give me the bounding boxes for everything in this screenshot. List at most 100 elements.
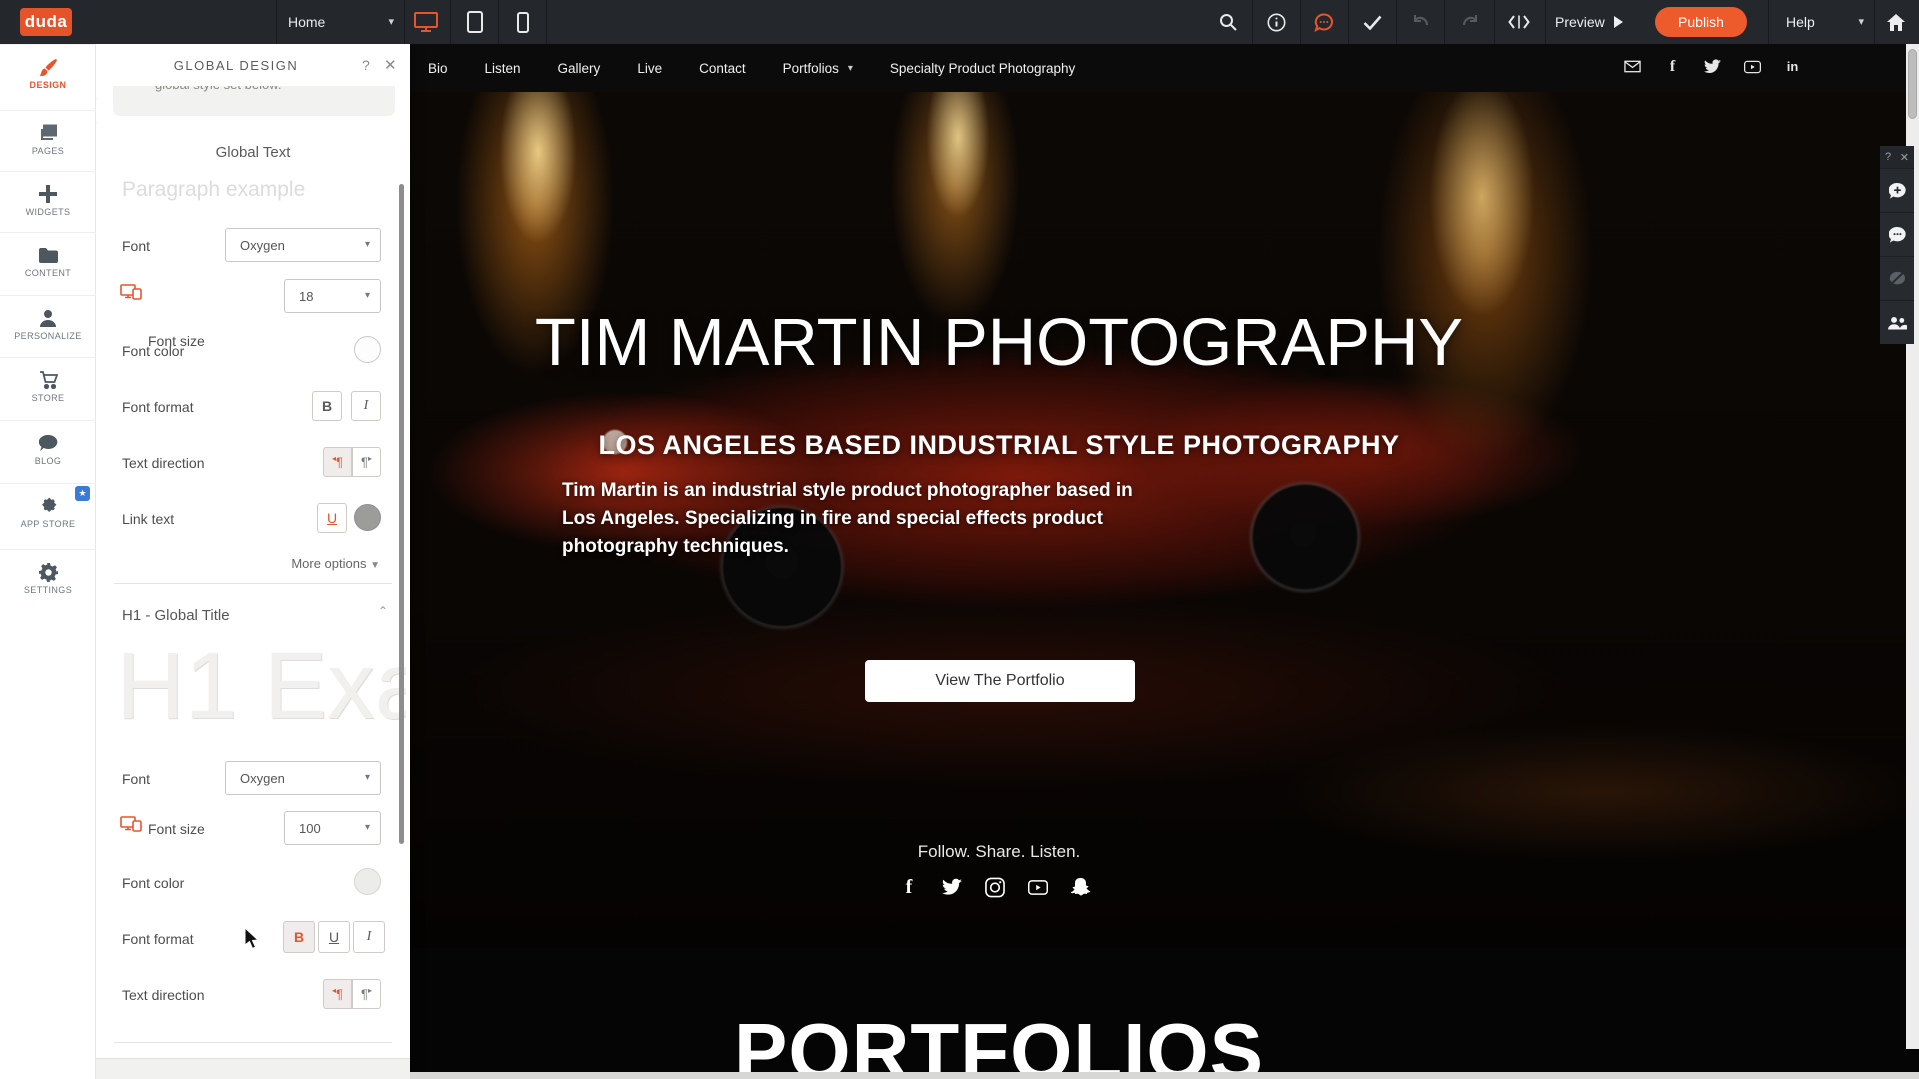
duda-editor: duda Home ▾: [0, 0, 1919, 1079]
sidebar-item-widgets[interactable]: WIDGETS: [0, 171, 96, 233]
site-scrollbar-thumb[interactable]: [1908, 49, 1917, 119]
duda-logo[interactable]: duda: [20, 8, 72, 36]
preview-button[interactable]: Preview: [1555, 0, 1623, 44]
page-selector-dropdown[interactable]: Home ▾: [278, 0, 404, 44]
more-options-link[interactable]: More options ▼: [96, 556, 380, 571]
font-color-label: Font color: [122, 875, 184, 891]
header-social-links: f in: [1624, 58, 1801, 75]
rtl-toggle[interactable]: ¶▸: [352, 447, 381, 477]
font-size-select-value: 100: [299, 821, 321, 836]
collapse-section-button[interactable]: ⌃: [378, 604, 388, 618]
h1-bold-toggle[interactable]: B: [283, 921, 315, 953]
font-size-select[interactable]: 18 ▾: [284, 279, 381, 313]
hero-social-links: f: [899, 877, 1091, 897]
site-nav-contact[interactable]: Contact: [699, 61, 746, 76]
snapchat-icon[interactable]: [1071, 877, 1091, 897]
h1-font-color-swatch[interactable]: [354, 868, 381, 895]
site-nav-listen[interactable]: Listen: [485, 61, 521, 76]
sidebar-item-settings[interactable]: SETTINGS: [0, 549, 96, 611]
toolbar-close-button[interactable]: ✕: [1900, 151, 1909, 164]
view-portfolio-button[interactable]: View The Portfolio: [865, 660, 1135, 702]
dashboard-home-button[interactable]: [1873, 0, 1919, 44]
info-button[interactable]: [1253, 0, 1299, 44]
sidebar-item-store[interactable]: STORE: [0, 357, 96, 419]
link-underline-toggle[interactable]: U: [317, 503, 347, 533]
mobile-view-button[interactable]: [500, 0, 546, 44]
h1-font-select[interactable]: Oxygen ▾: [225, 761, 381, 795]
app-store-badge: ★: [75, 486, 90, 501]
hide-resolved-comments-button[interactable]: [1880, 256, 1914, 300]
chevron-down-icon: ▾: [848, 63, 853, 74]
global-design-panel: GLOBAL DESIGN ? ✕ global style set below…: [96, 44, 410, 1079]
chevron-down-icon: ▼: [370, 560, 380, 571]
font-color-swatch[interactable]: [354, 336, 381, 363]
linkedin-icon[interactable]: in: [1784, 58, 1801, 75]
panel-help-button[interactable]: ?: [362, 57, 370, 73]
sidebar-item-pages[interactable]: PAGES: [0, 110, 96, 172]
link-color-swatch[interactable]: [354, 504, 381, 531]
twitter-icon[interactable]: [942, 877, 962, 897]
redo-button[interactable]: [1447, 0, 1493, 44]
sidebar-item-blog[interactable]: BLOG: [0, 420, 96, 482]
sidebar-item-label: CONTENT: [0, 268, 96, 278]
bold-toggle[interactable]: B: [312, 391, 342, 421]
font-select[interactable]: Oxygen ▾: [225, 228, 381, 262]
paragraph-example-preview: Paragraph example: [122, 178, 305, 202]
page-selector-label: Home: [288, 14, 325, 30]
youtube-icon[interactable]: [1028, 877, 1048, 897]
desktop-icon: [413, 11, 439, 33]
h1-rtl-toggle[interactable]: ¶▸: [352, 979, 381, 1009]
font-format-label: Font format: [122, 399, 194, 415]
sidebar-item-label: PERSONALIZE: [0, 331, 96, 341]
add-comment-button[interactable]: [1880, 168, 1914, 212]
panel-footer: [96, 1058, 410, 1079]
save-check-button[interactable]: [1349, 0, 1395, 44]
facebook-icon[interactable]: f: [899, 877, 919, 897]
font-size-select-value: 18: [299, 289, 313, 304]
italic-toggle[interactable]: I: [351, 391, 381, 421]
panel-close-button[interactable]: ✕: [384, 56, 397, 74]
site-nav-portfolios[interactable]: Portfolios: [783, 61, 839, 76]
follow-share-listen-text: Follow. Share. Listen.: [410, 842, 1588, 862]
site-nav-live[interactable]: Live: [637, 61, 662, 76]
speech-bubble-icon: [0, 433, 96, 453]
site-nav-specialty[interactable]: Specialty Product Photography: [890, 61, 1075, 76]
email-icon[interactable]: [1624, 58, 1641, 75]
panel-scrollbar[interactable]: [399, 184, 404, 844]
text-direction-label: Text direction: [122, 455, 204, 471]
h1-ltr-toggle[interactable]: ◂¶: [323, 979, 352, 1009]
portfolios-section: PORTFOLIOS: [410, 948, 1919, 1079]
sidebar-item-personalize[interactable]: PERSONALIZE: [0, 295, 96, 357]
sidebar-item-content[interactable]: CONTENT: [0, 232, 96, 294]
facebook-icon[interactable]: f: [1664, 58, 1681, 75]
sidebar-item-design[interactable]: DESIGN: [0, 44, 96, 106]
collaborators-button[interactable]: [1880, 300, 1914, 344]
tablet-view-button[interactable]: [452, 0, 498, 44]
chevron-down-icon: ▾: [365, 772, 370, 783]
developer-mode-button[interactable]: [1496, 0, 1542, 44]
instagram-icon[interactable]: [985, 877, 1005, 897]
show-comments-button[interactable]: [1880, 212, 1914, 256]
twitter-icon[interactable]: [1704, 58, 1721, 75]
toolbar-help-button[interactable]: ?: [1885, 151, 1891, 163]
h1-italic-toggle[interactable]: I: [353, 921, 385, 953]
site-nav-gallery[interactable]: Gallery: [558, 61, 601, 76]
search-button[interactable]: [1205, 0, 1251, 44]
h1-font-size-select[interactable]: 100 ▾: [284, 811, 381, 845]
font-label: Font: [122, 771, 150, 787]
undo-button[interactable]: [1397, 0, 1443, 44]
font-select-value: Oxygen: [240, 771, 285, 786]
sidebar-item-app-store[interactable]: ★ APP STORE: [0, 483, 96, 545]
comments-button[interactable]: [1301, 0, 1347, 44]
desktop-view-button[interactable]: [403, 0, 449, 44]
help-label: Help: [1786, 14, 1815, 30]
publish-button[interactable]: Publish: [1655, 7, 1747, 37]
youtube-icon[interactable]: [1744, 58, 1761, 75]
help-dropdown[interactable]: Help ▾: [1778, 0, 1872, 44]
site-nav-bio[interactable]: Bio: [428, 61, 448, 76]
h1-underline-toggle[interactable]: U: [318, 921, 350, 953]
ltr-toggle[interactable]: ◂¶: [323, 447, 352, 477]
sidebar-item-label: BLOG: [0, 456, 96, 466]
chevron-down-icon: ▾: [1858, 15, 1864, 28]
comments-toolbar: ? ✕: [1880, 146, 1914, 344]
